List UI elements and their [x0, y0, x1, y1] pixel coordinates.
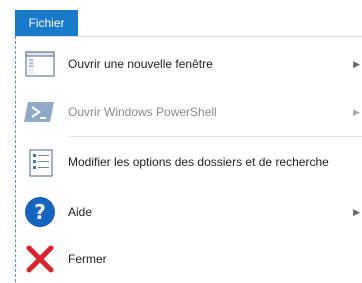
svg-text:?: ? [34, 200, 46, 224]
submenu-arrow-icon: ▶ [353, 206, 360, 217]
menu-item-label: Ouvrir une nouvelle fenêtre [68, 57, 213, 71]
menu-item-label: Aide [68, 205, 93, 219]
submenu-arrow-icon: ▶ [353, 58, 360, 69]
menu-item-help[interactable]: ? Aide ▶ [16, 188, 362, 236]
menu-item-label: Ouvrir Windows PowerShell [68, 105, 217, 119]
tab-fichier-label: Fichier [28, 16, 65, 30]
menu-item-new-window[interactable]: Ouvrir une nouvelle fenêtre ▶ [16, 40, 362, 88]
submenu-arrow-icon: ▶ [353, 106, 360, 117]
menu-item-label: Modifier les options des dossiers et de … [68, 155, 329, 169]
menu-separator [68, 136, 362, 137]
close-icon [26, 245, 54, 273]
menu-item-close[interactable]: Fermer [16, 235, 362, 283]
tab-fichier[interactable]: Fichier [15, 10, 78, 36]
file-menu: Ouvrir une nouvelle fenêtre ▶ Ouvrir Win… [16, 36, 362, 283]
menu-item-label: Fermer [68, 252, 107, 266]
window-icon [25, 51, 55, 77]
menu-item-powershell[interactable]: Ouvrir Windows PowerShell ▶ [16, 88, 362, 136]
menu-item-folder-options[interactable]: Modifier les options des dossiers et de … [16, 138, 362, 186]
folder-options-icon [29, 149, 53, 177]
help-icon: ? [25, 197, 55, 227]
powershell-icon [24, 102, 54, 122]
